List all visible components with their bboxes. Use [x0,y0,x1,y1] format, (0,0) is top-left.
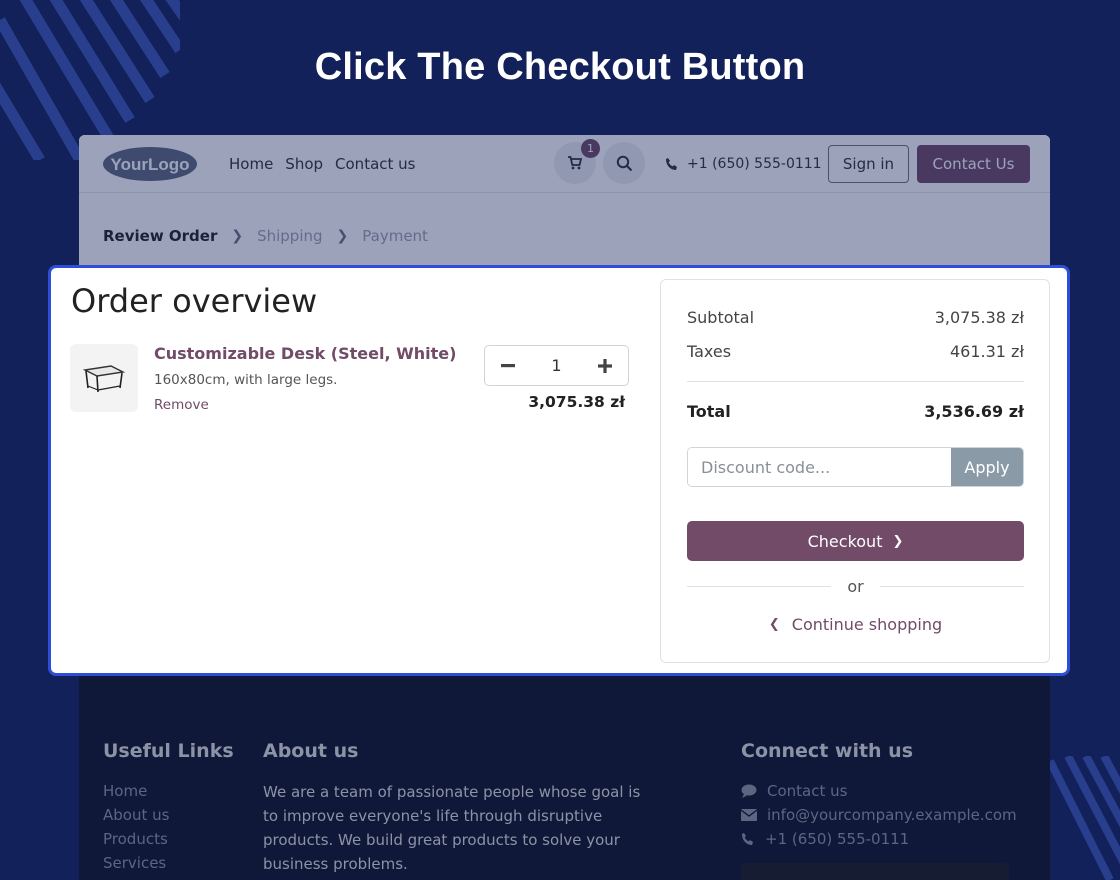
subtotal-value: 3,075.38 zł [934,308,1024,327]
quantity-stepper: 1 [484,345,629,386]
order-summary-panel: Subtotal 3,075.38 zł Taxes 461.31 zł Tot… [660,279,1050,663]
apply-discount-button[interactable]: Apply [951,448,1023,486]
taxes-label: Taxes [687,342,732,361]
footer-link-services[interactable]: Services [103,854,169,872]
footer-link-products[interactable]: Products [103,830,169,848]
taxes-row: Taxes 461.31 zł [687,342,1024,361]
desk-icon [82,365,126,393]
summary-divider [687,381,1024,382]
footer-phone-link[interactable]: +1 (650) 555-0111 [741,830,1017,848]
line-item-price: 3,075.38 zł [528,393,625,411]
chevron-left-icon: ❮ [768,617,780,632]
divider-line [879,586,1024,587]
footer-about-text: We are a team of passionate people whose… [263,783,641,873]
phone-icon [742,833,753,845]
footer-contact-label: Contact us [767,782,848,800]
taxes-value: 461.31 zł [949,342,1024,361]
footer-connect-list: Contact us info@yourcompany.example.com … [741,782,1017,848]
chat-bubble-icon [741,784,757,798]
footer-connect-title: Connect with us [741,740,914,762]
or-separator: or [687,577,1024,596]
or-label: or [847,577,864,596]
site-footer: Useful Links Home About us Products Serv… [79,675,1050,880]
product-description: 160x80cm, with large legs. [154,372,338,388]
minus-icon [501,363,515,367]
product-name-link[interactable]: Customizable Desk (Steel, White) [154,344,456,363]
footer-social-bar [741,863,1009,880]
total-row: Total 3,536.69 zł [687,402,1024,421]
total-label: Total [687,402,731,421]
increase-quantity-button[interactable] [582,346,628,385]
discount-form: Apply [687,447,1024,487]
footer-phone-label: +1 (650) 555-0111 [765,830,910,848]
envelope-icon [741,809,757,821]
footer-email-label: info@yourcompany.example.com [767,806,1017,824]
order-overview-title: Order overview [71,282,318,320]
divider-line [687,586,832,587]
continue-shopping-link[interactable]: ❮ Continue shopping [687,615,1024,634]
footer-link-home[interactable]: Home [103,782,169,800]
quantity-value[interactable]: 1 [531,356,582,375]
order-overview-card: Order overview Customizable Desk (Steel,… [48,265,1070,676]
discount-code-input[interactable] [688,448,951,486]
chevron-right-icon: ❯ [892,533,904,549]
decrease-quantity-button[interactable] [485,346,531,385]
remove-product-link[interactable]: Remove [154,397,209,413]
footer-email-link[interactable]: info@yourcompany.example.com [741,806,1017,824]
checkout-label: Checkout [807,531,883,551]
total-value: 3,536.69 zł [924,402,1024,421]
continue-shopping-label: Continue shopping [791,615,943,634]
footer-about-title: About us [263,740,359,762]
subtotal-row: Subtotal 3,075.38 zł [687,308,1024,327]
footer-link-about[interactable]: About us [103,806,169,824]
checkout-button[interactable]: Checkout ❯ [687,521,1024,561]
footer-useful-links: Home About us Products Services [103,782,169,872]
subtotal-label: Subtotal [687,308,755,327]
product-image[interactable] [70,344,138,412]
decorative-stripes-bottom-right [1050,756,1120,880]
footer-useful-links-title: Useful Links [103,740,234,762]
plus-icon [598,358,612,373]
footer-contact-link[interactable]: Contact us [741,782,1017,800]
instruction-title: Click The Checkout Button [314,46,806,88]
